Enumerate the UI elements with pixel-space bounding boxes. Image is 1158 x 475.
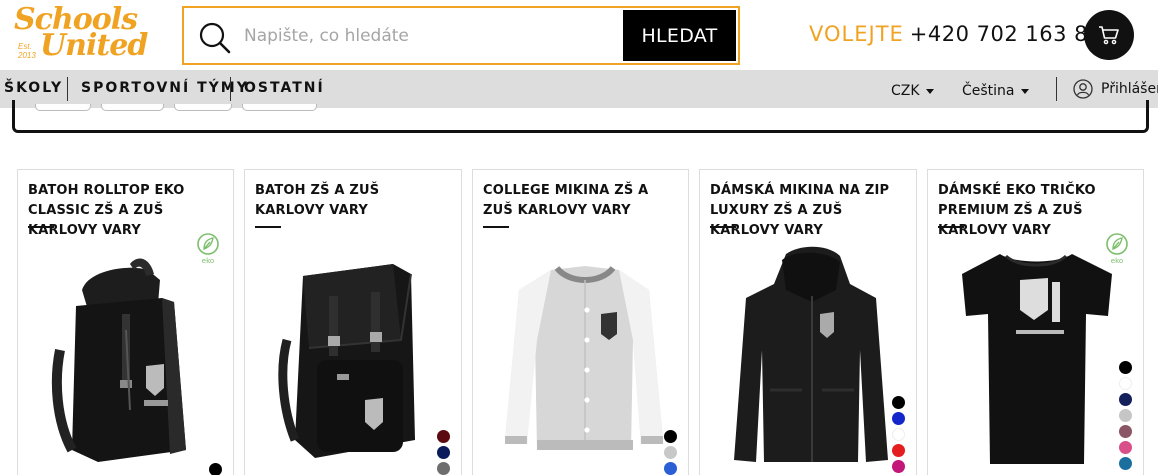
- color-swatches: [892, 396, 906, 475]
- color-swatch[interactable]: [664, 446, 677, 459]
- filter-chip[interactable]: [101, 104, 164, 111]
- color-swatch[interactable]: [1119, 441, 1132, 454]
- product-title[interactable]: DÁMSKÁ MIKINA NA ZIP LUXURY ZŠ A ZUŠ KAR…: [710, 181, 905, 241]
- product-card[interactable]: DÁMSKÉ EKO TRIČKO PREMIUM ZŠ A ZUŠ KARLO…: [927, 169, 1144, 475]
- product-title[interactable]: BATOH ROLLTOP EKO CLASSIC ZŠ A ZUŠ KARLO…: [28, 181, 223, 241]
- login-link[interactable]: Přihlášen: [1073, 79, 1158, 99]
- logo-est: Est. 2013: [18, 42, 36, 60]
- filter-chip[interactable]: [35, 104, 91, 111]
- title-underline: [28, 226, 54, 228]
- chevron-down-icon: [1020, 88, 1029, 94]
- currency-label: CZK: [891, 83, 920, 99]
- color-swatch[interactable]: [664, 430, 677, 443]
- user-icon: [1073, 79, 1093, 99]
- color-swatch[interactable]: [1119, 361, 1132, 374]
- call-label: VOLEJTE: [809, 22, 904, 46]
- search-button[interactable]: HLEDAT: [623, 10, 736, 61]
- color-swatch[interactable]: [892, 428, 905, 441]
- tshirt-image: [962, 254, 1112, 464]
- schools-united-logo[interactable]: Schools United Est. 2013: [12, 2, 148, 64]
- color-swatch[interactable]: [1119, 409, 1132, 422]
- title-underline: [710, 226, 736, 228]
- title-underline: [938, 226, 964, 228]
- color-swatch[interactable]: [892, 444, 905, 457]
- nav-item-ostatni[interactable]: OSTATNÍ: [244, 80, 325, 96]
- color-swatches: [437, 430, 451, 475]
- color-swatch[interactable]: [1119, 425, 1132, 438]
- site-header: Schools United Est.2013 HLEDAT VOLEJTE+4…: [0, 0, 1158, 70]
- color-swatch[interactable]: [437, 446, 450, 459]
- college-jacket-image: [505, 265, 663, 450]
- color-swatch[interactable]: [437, 462, 450, 475]
- title-underline: [255, 226, 281, 228]
- color-swatches: [209, 463, 223, 475]
- product-title[interactable]: COLLEGE MIKINA ZŠ A ZUŠ KARLOVY VARY: [483, 181, 678, 221]
- nav-item-skoly[interactable]: ŠKOLY: [4, 80, 63, 96]
- product-card[interactable]: BATOH ROLLTOP EKO CLASSIC ZŠ A ZUŠ KARLO…: [17, 169, 234, 475]
- product-card[interactable]: COLLEGE MIKINA ZŠ A ZUŠ KARLOVY VARY: [472, 169, 689, 475]
- color-swatch[interactable]: [209, 463, 222, 475]
- color-swatch[interactable]: [664, 462, 677, 475]
- login-label: Přihlášen: [1101, 81, 1158, 97]
- backpack-image: [278, 264, 415, 458]
- filter-chip[interactable]: [174, 104, 232, 111]
- language-dropdown[interactable]: Čeština: [962, 83, 1029, 99]
- color-swatch[interactable]: [892, 396, 905, 409]
- nav-divider: [67, 77, 68, 101]
- chevron-down-icon: [925, 88, 934, 94]
- nav-item-sportovni-tymy[interactable]: SPORTOVNÍ TÝMY: [81, 80, 249, 96]
- cart-button[interactable]: [1084, 10, 1134, 60]
- title-underline: [483, 226, 509, 228]
- color-swatches: [1119, 361, 1133, 473]
- color-swatch[interactable]: [892, 460, 905, 473]
- logo-word-2: United: [40, 28, 148, 63]
- search-icon[interactable]: [198, 21, 232, 55]
- search-input[interactable]: [244, 22, 604, 50]
- cart-icon: [1099, 26, 1119, 45]
- product-card[interactable]: BATOH ZŠ A ZUŠ KARLOVY VARY: [244, 169, 462, 475]
- search-bar: HLEDAT: [182, 6, 740, 65]
- filter-chip[interactable]: [242, 104, 317, 111]
- product-card[interactable]: DÁMSKÁ MIKINA NA ZIP LUXURY ZŠ A ZUŠ KAR…: [699, 169, 917, 475]
- product-title[interactable]: BATOH ZŠ A ZUŠ KARLOVY VARY: [255, 181, 450, 221]
- color-swatches: [664, 430, 678, 475]
- color-swatch[interactable]: [1119, 393, 1132, 406]
- nav-divider: [230, 77, 231, 101]
- currency-dropdown[interactable]: CZK: [891, 83, 934, 99]
- call-info: VOLEJTE +420 702 163 862: [809, 22, 1116, 46]
- language-label: Čeština: [962, 83, 1015, 99]
- zip-hoodie-image: [734, 246, 888, 462]
- color-swatch[interactable]: [892, 412, 905, 425]
- nav-divider: [1056, 77, 1057, 101]
- color-swatch[interactable]: [1119, 377, 1132, 390]
- backpack-rolltop-image: [51, 258, 186, 462]
- color-swatch[interactable]: [437, 430, 450, 443]
- color-swatch[interactable]: [1119, 457, 1132, 470]
